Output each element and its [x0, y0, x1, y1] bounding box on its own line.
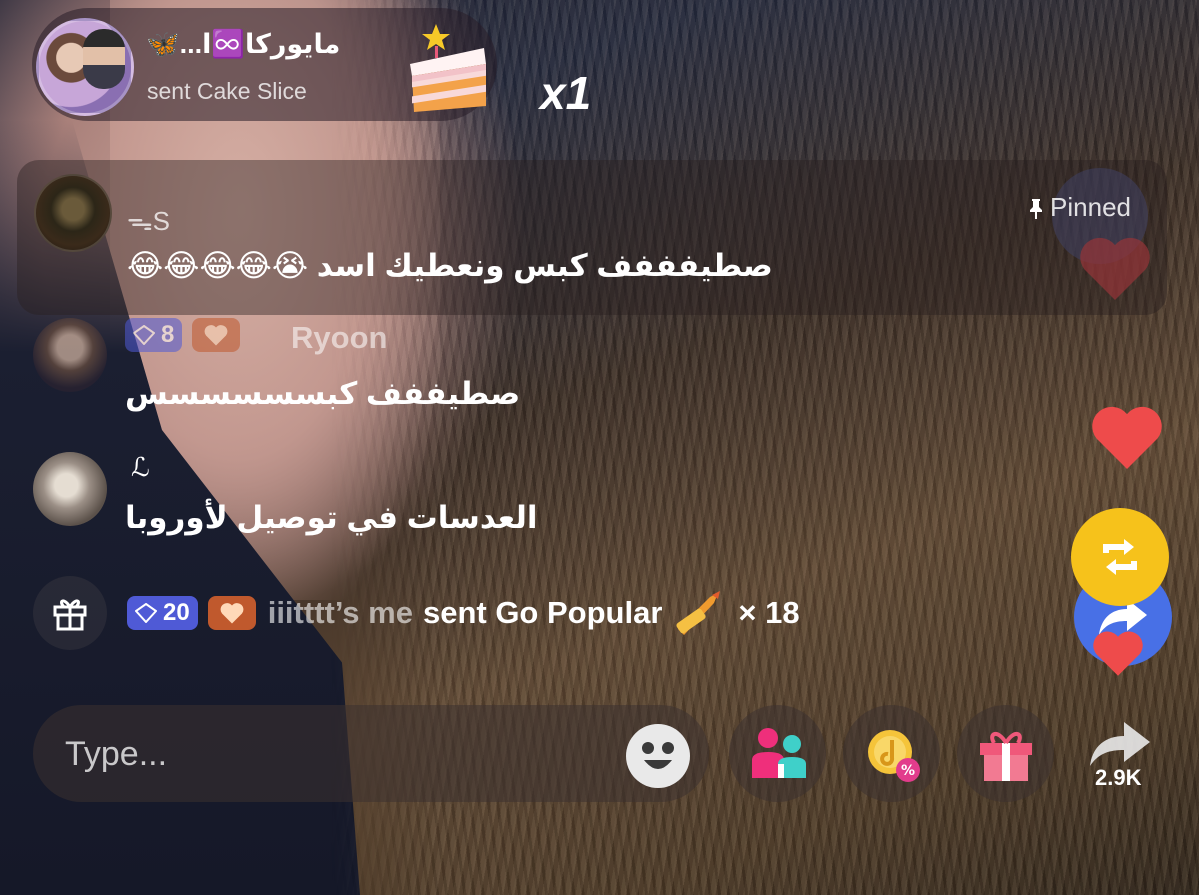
gift-event-row: 20 iiitttt’s me sent Go Popular × 18: [33, 576, 800, 650]
comment-input-placeholder: Type...: [65, 735, 168, 773]
comment-message: العدسات في توصيل لأوروبا: [125, 500, 538, 535]
people-button[interactable]: [729, 705, 826, 802]
svg-text:%: %: [900, 763, 914, 779]
pinned-label: Pinned: [1050, 192, 1131, 222]
gift-action-text: sent Cake Slice: [147, 78, 307, 104]
gift-combo-count: x1: [540, 67, 592, 119]
pinned-tag: Pinned: [1028, 192, 1131, 223]
fan-heart-icon: [192, 318, 241, 352]
fan-heart-icon: [207, 596, 256, 630]
gift-event-action: sent Go Popular: [422, 595, 663, 630]
pinned-user-avatar[interactable]: [34, 174, 112, 252]
gift-event-count: × 18: [738, 595, 800, 630]
heart-icon: [1092, 406, 1162, 469]
comment-badges: 8: [125, 318, 241, 352]
coin-discount-icon: %: [867, 729, 920, 782]
share-icon: [1089, 721, 1150, 766]
pinned-message: صطيفففف كبس ونعطيك اسد 😭😂😂😂😂: [127, 248, 773, 283]
level-badge: 20: [127, 596, 198, 630]
pinned-comment[interactable]: ᯓS Pinned صطيفففف كبس ونعطيك اسد 😭😂😂😂😂: [17, 160, 1167, 315]
level-number: 20: [163, 599, 190, 626]
comment-username[interactable]: Ryoon: [291, 320, 387, 356]
go-popular-rocket-icon: [676, 591, 721, 635]
gift-sender-name: مايوركا♾️ا...🦋: [146, 29, 341, 59]
comment-avatar[interactable]: [33, 452, 107, 526]
gift-box-icon: [979, 731, 1032, 781]
diamond-level-icon: [133, 325, 155, 345]
level-badge: 8: [125, 318, 183, 352]
people-icon: [751, 727, 806, 778]
gift-banner: مايوركا♾️ا...🦋 sent Cake Slice x1: [32, 8, 591, 121]
gift-event-sender[interactable]: iiitttt’s me: [268, 595, 413, 631]
pinned-username: ᯓS: [127, 206, 170, 236]
pin-icon: [1030, 199, 1043, 219]
comment-avatar[interactable]: [33, 318, 107, 392]
cake-slice-icon: [410, 24, 486, 112]
comment-input[interactable]: Type...: [33, 705, 709, 802]
emoji-button[interactable]: [626, 724, 690, 788]
comment-username[interactable]: ℒ: [131, 452, 150, 483]
diamond-level-icon: [135, 603, 157, 623]
share-count-label: 2.9K: [1095, 765, 1142, 790]
repost-icon: [1103, 539, 1137, 575]
comment-message: صطيففف كبسسسسسس: [125, 376, 521, 411]
heart-icon: [1093, 631, 1143, 676]
level-number: 8: [161, 321, 175, 348]
repost-button[interactable]: [1071, 508, 1169, 606]
gift-box-button[interactable]: [957, 705, 1054, 802]
emoji-icon: [642, 742, 674, 769]
gift-button[interactable]: [33, 576, 107, 650]
coin-discount-button[interactable]: %: [843, 705, 940, 802]
sender-avatar[interactable]: [36, 18, 134, 116]
gift-icon: [53, 599, 87, 631]
